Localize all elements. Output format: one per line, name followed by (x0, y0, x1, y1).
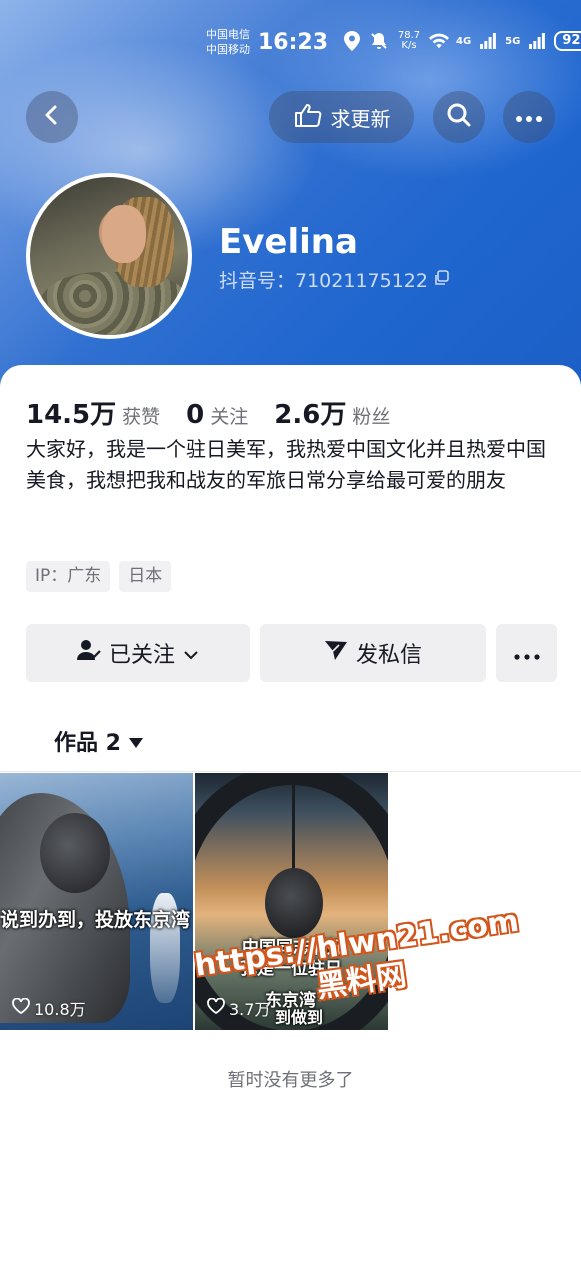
copy-icon[interactable] (434, 269, 450, 291)
send-message-label: 发私信 (355, 643, 422, 668)
mute-bell-icon (369, 31, 389, 51)
chevron-down-icon (183, 641, 199, 666)
paper-plane-icon (324, 639, 348, 667)
caret-down-icon (128, 729, 143, 754)
profile-bio: 大家好，我是一个驻日美军，我热爱中国文化并且热爱中国美食，我想把我和战友的军旅日… (26, 437, 546, 492)
works-tab-bar: 作品 2 (0, 715, 581, 772)
user-check-icon (76, 639, 101, 667)
status-bar: 中国电信 中国移动 16:23 78.7 K/s 4G 5G 92 (0, 0, 581, 84)
profile-name: Evelina (219, 222, 358, 262)
followers-count: 2.6万 (274, 400, 347, 430)
more-dots-icon (513, 641, 540, 666)
signal-icon-2 (527, 31, 547, 51)
request-update-label: 求更新 (330, 106, 391, 131)
signal-icon-1 (478, 31, 498, 51)
douyin-id-text: 抖音号：71021175122 (219, 270, 428, 292)
more-actions-button[interactable] (496, 624, 557, 682)
network-speed: 78.7 K/s (397, 30, 421, 51)
carrier-info: 中国电信 中国移动 (206, 27, 250, 57)
likes-stat[interactable]: 14.5万 获赞 (26, 394, 160, 431)
following-count: 0 (186, 400, 205, 430)
more-options-button[interactable] (503, 91, 555, 143)
status-icons: 78.7 K/s 4G 5G 92 (342, 31, 581, 51)
request-update-button[interactable]: 求更新 (269, 91, 414, 143)
search-button[interactable] (433, 91, 485, 143)
ip-location-tag: IP：广东 (26, 561, 111, 592)
network-type-2: 5G (505, 35, 521, 47)
followers-label: 粉丝 (352, 406, 391, 428)
video-overlay-text: 说到办到，投放东京湾 (0, 909, 191, 931)
likes-label: 获赞 (122, 406, 161, 428)
location-icon (342, 31, 362, 51)
profile-stats: 14.5万 获赞 0 关注 2.6万 粉丝 (26, 394, 416, 431)
douyin-id[interactable]: 抖音号：71021175122 (219, 266, 450, 293)
likes-count: 14.5万 (26, 400, 117, 430)
video-likes-count: 10.8万 (34, 1000, 86, 1019)
status-time: 16:23 (258, 30, 329, 55)
profile-page: 中国电信 中国移动 16:23 78.7 K/s 4G 5G 92 求更新 Ev… (0, 0, 581, 1280)
following-button[interactable]: 已关注 (26, 624, 250, 682)
battery-indicator: 92 (554, 31, 581, 51)
video-likes: 10.8万 (12, 996, 86, 1020)
no-more-content-text: 暂时没有更多了 (227, 1070, 354, 1091)
tab-works[interactable]: 作品 2 (54, 725, 143, 757)
pointing-hand-icon (293, 102, 323, 133)
following-stat[interactable]: 0 关注 (186, 400, 248, 430)
followers-stat[interactable]: 2.6万 粉丝 (274, 394, 390, 431)
video-thumbnail[interactable]: 说到办到，投放东京湾 10.8万 (0, 773, 193, 1030)
wifi-icon (429, 31, 449, 51)
carrier-1: 中国电信 (206, 28, 250, 41)
back-button[interactable] (26, 91, 78, 143)
country-tag: 日本 (119, 561, 172, 592)
following-label-text: 已关注 (108, 643, 175, 668)
following-label: 关注 (210, 406, 249, 428)
send-message-button[interactable]: 发私信 (260, 624, 486, 682)
tab-works-label: 作品 2 (54, 731, 121, 756)
chevron-left-icon (41, 104, 63, 130)
network-type-1: 4G (456, 35, 472, 47)
search-icon (446, 102, 472, 132)
profile-actions: 已关注 发私信 (26, 624, 557, 682)
profile-tags: IP：广东 日本 (26, 561, 172, 592)
heart-icon (12, 997, 30, 1018)
more-dots-icon (515, 108, 543, 127)
avatar[interactable] (26, 173, 192, 339)
carrier-2: 中国移动 (206, 43, 250, 56)
